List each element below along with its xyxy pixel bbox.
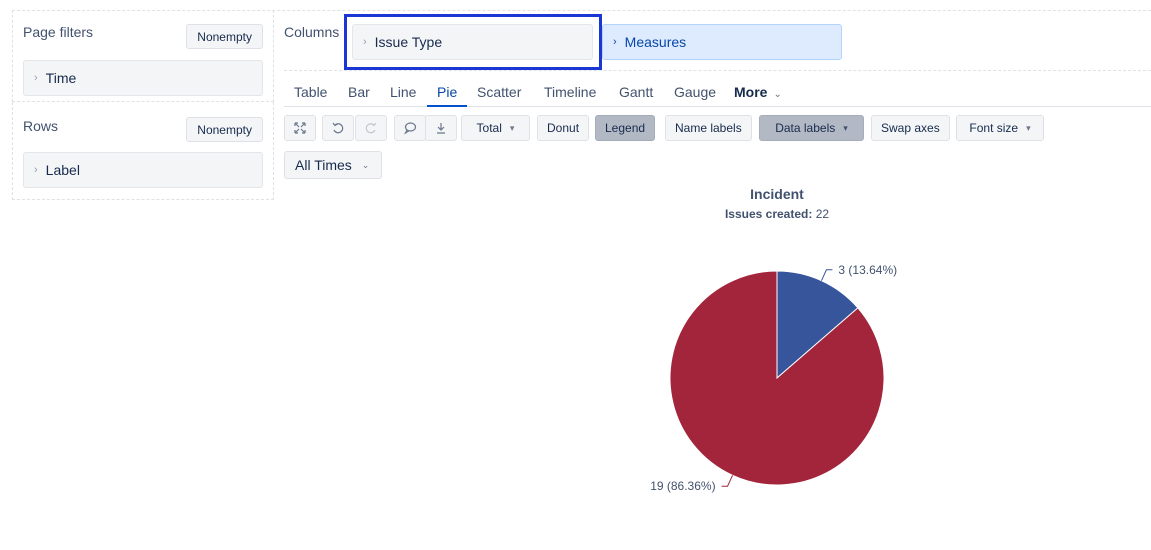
tab-pie[interactable]: Pie xyxy=(427,84,467,107)
measures-chip[interactable]: › Measures xyxy=(602,24,842,60)
chevron-right-icon[interactable]: › xyxy=(613,36,617,48)
pie-chart: Incident Issues created: 22 3 (13.64%) 19… xyxy=(650,186,897,493)
download-icon xyxy=(437,123,445,134)
time-selector-label: All Times xyxy=(295,157,352,173)
swap-axes-button[interactable]: Swap axes xyxy=(871,115,950,141)
tab-table[interactable]: Table xyxy=(294,84,327,107)
comment-icon xyxy=(404,122,417,135)
label-dimension-chip[interactable]: › Label xyxy=(23,152,263,188)
name-labels-button[interactable]: Name labels xyxy=(665,115,752,141)
time-dimension-chip[interactable]: › Time xyxy=(23,60,263,96)
rows-title: Rows xyxy=(23,118,59,134)
chart-title: Incident xyxy=(750,186,804,202)
issue-type-label: Issue Type xyxy=(374,34,443,50)
font-size-label: Font size xyxy=(969,121,1019,135)
tab-more-label: More xyxy=(734,84,768,100)
chevron-right-icon[interactable]: › xyxy=(34,72,38,84)
tab-more[interactable]: More ⌄ xyxy=(734,84,782,107)
tab-line[interactable]: Line xyxy=(390,84,416,107)
chevron-down-icon: ▾ xyxy=(509,122,515,133)
chart-subtitle-label: Issues created: xyxy=(725,207,812,221)
data-labels-dropdown[interactable]: Data labels ▾ xyxy=(759,115,864,141)
undo-icon xyxy=(332,122,344,134)
chevron-down-icon: ⌄ xyxy=(361,159,370,170)
rows-section: Rows Nonempty › Label xyxy=(12,102,274,200)
tab-timeline[interactable]: Timeline xyxy=(544,84,596,107)
label-dimension-label: Label xyxy=(45,162,80,178)
chevron-right-icon[interactable]: › xyxy=(34,164,38,176)
redo-button[interactable] xyxy=(355,115,387,141)
fullscreen-button[interactable] xyxy=(284,115,316,141)
tab-gauge[interactable]: Gauge xyxy=(674,84,716,107)
comment-button[interactable] xyxy=(394,115,426,141)
chart-subtitle: Issues created: 22 xyxy=(725,207,829,221)
font-size-dropdown[interactable]: Font size ▾ xyxy=(956,115,1044,141)
total-label: Total xyxy=(476,121,502,135)
chart-subtitle-value: 22 xyxy=(816,207,830,221)
time-dimension-label: Time xyxy=(45,70,77,86)
total-dropdown[interactable]: Total ▾ xyxy=(461,115,530,141)
left-panel: Page filters Nonempty › Time Rows Nonemp… xyxy=(12,10,274,200)
pie-data-label: 3 (13.64%) xyxy=(838,263,897,277)
page-filters-title: Page filters xyxy=(23,24,94,40)
time-selector-dropdown[interactable]: All Times ⌄ xyxy=(284,151,382,179)
tab-gantt[interactable]: Gantt xyxy=(619,84,653,107)
redo-icon xyxy=(365,122,377,134)
data-labels-label: Data labels xyxy=(775,121,836,135)
issue-type-dimension-chip[interactable]: › Issue Type xyxy=(352,24,593,60)
columns-divider xyxy=(284,70,1151,71)
data-label-connector xyxy=(820,269,833,281)
fullscreen-icon xyxy=(294,122,306,134)
chevron-down-icon: ▾ xyxy=(843,122,848,133)
rows-nonempty-button[interactable]: Nonempty xyxy=(186,117,263,142)
columns-title: Columns xyxy=(284,24,340,40)
legend-button[interactable]: Legend xyxy=(595,115,656,141)
page-filters-section: Page filters Nonempty › Time xyxy=(12,10,274,102)
page-filters-nonempty-button[interactable]: Nonempty xyxy=(186,24,263,49)
data-label-connector xyxy=(721,475,734,487)
measures-label: Measures xyxy=(624,34,687,50)
chevron-down-icon: ⌄ xyxy=(773,89,782,100)
download-button[interactable] xyxy=(425,115,457,141)
chevron-right-icon[interactable]: › xyxy=(363,36,367,48)
donut-button[interactable]: Donut xyxy=(537,115,590,141)
chart-type-tabs: Table Bar Line Pie Scatter Timeline Gant… xyxy=(284,78,1151,107)
chevron-down-icon: ▾ xyxy=(1026,122,1031,133)
undo-button[interactable] xyxy=(322,115,354,141)
pie-slices xyxy=(669,270,885,486)
tab-scatter[interactable]: Scatter xyxy=(477,84,521,107)
pie-data-label: 19 (86.36%) xyxy=(650,479,715,493)
tab-bar[interactable]: Bar xyxy=(348,84,370,107)
